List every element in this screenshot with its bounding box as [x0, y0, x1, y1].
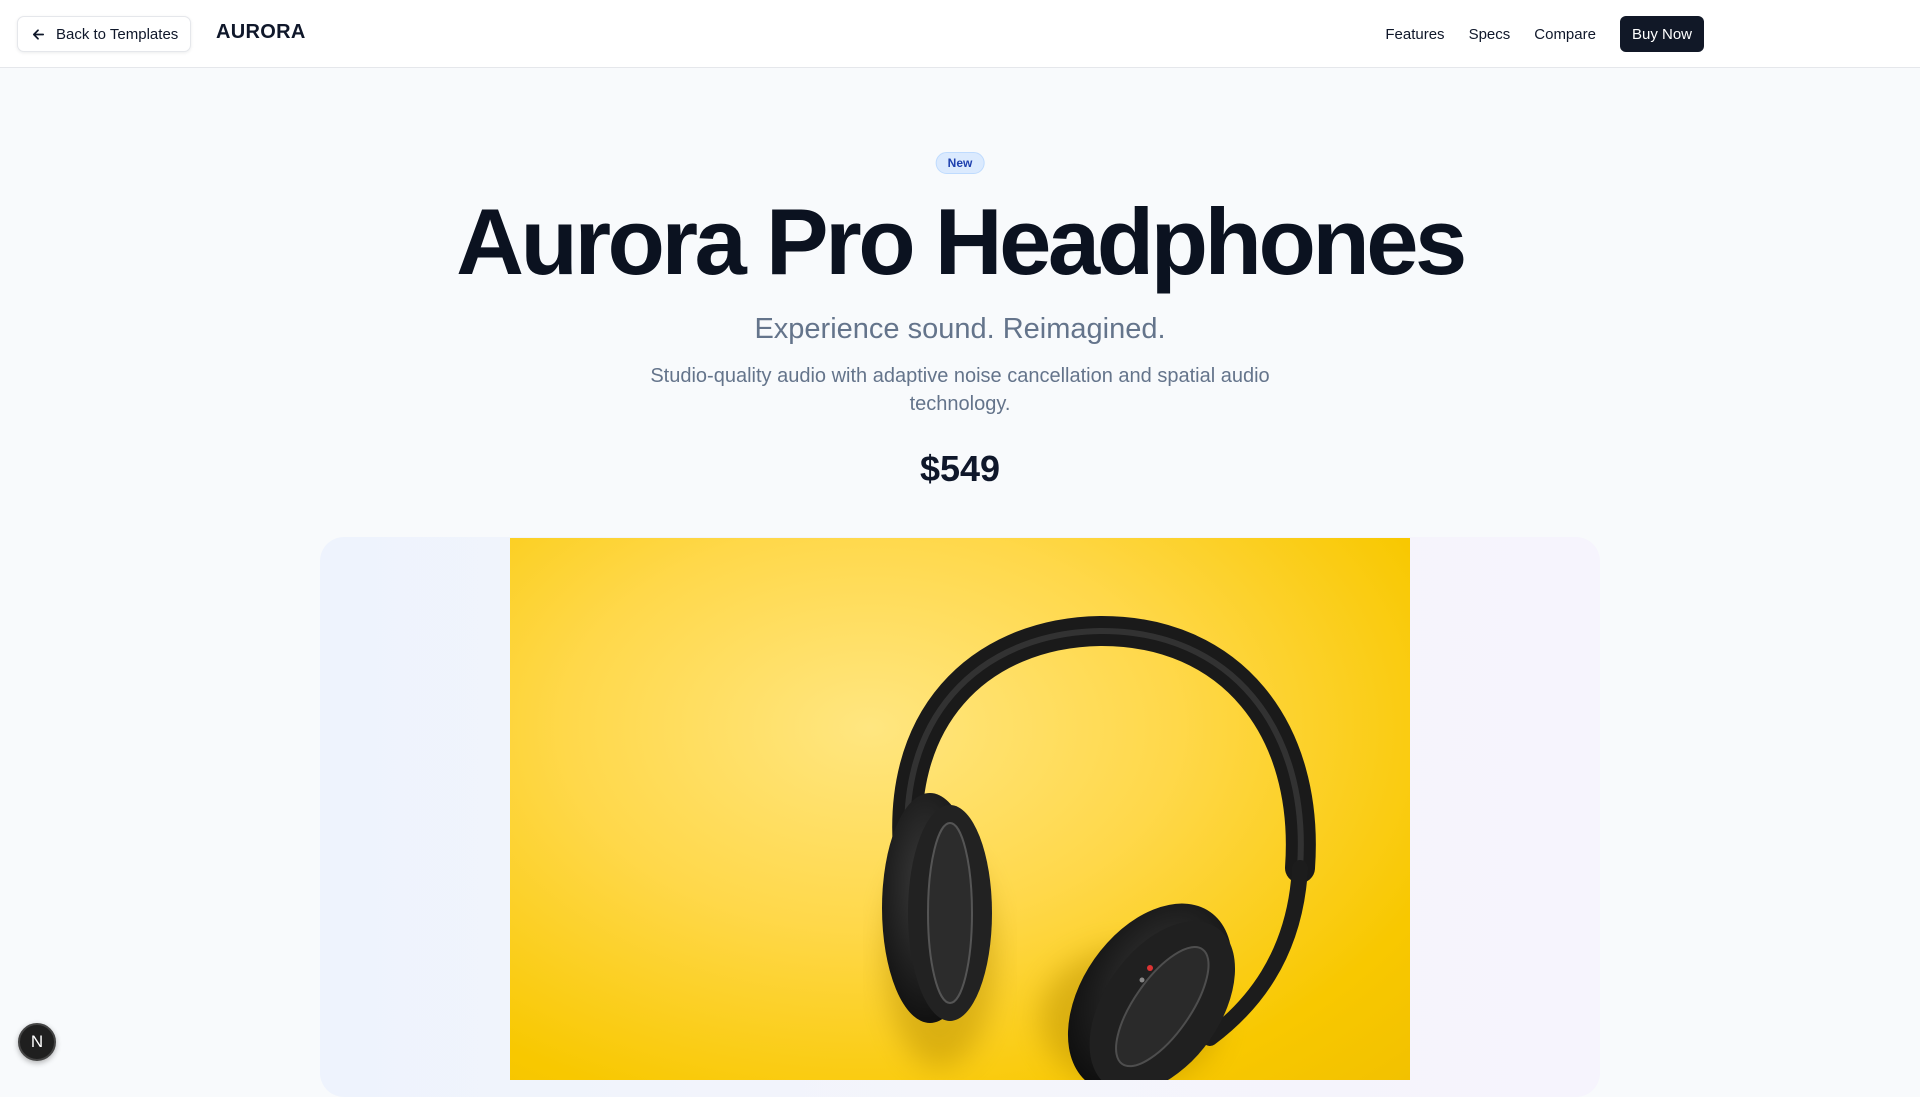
- product-title: Aurora Pro Headphones: [456, 189, 1467, 294]
- product-price: $549: [919, 448, 1001, 489]
- new-badge: New: [935, 152, 985, 174]
- nav-link-compare[interactable]: Compare: [1534, 26, 1596, 43]
- buy-now-button[interactable]: Buy Now: [1619, 16, 1704, 52]
- product-subtitle: Experience sound. Reimagined.: [754, 313, 1166, 345]
- main-nav: Features Specs Compare Buy Now: [1385, 16, 1704, 52]
- product-description: Studio-quality audio with adaptive noise…: [650, 365, 1270, 415]
- floating-n-avatar[interactable]: N: [18, 1023, 56, 1061]
- arrow-left-icon: [32, 28, 45, 40]
- back-button-label: Back to Templates: [56, 25, 179, 43]
- headphones-photo: [510, 538, 1410, 1080]
- headphones-illustration: [882, 615, 1316, 1080]
- nav-link-specs[interactable]: Specs: [1469, 26, 1511, 43]
- brand-logo[interactable]: AURORA: [216, 21, 306, 44]
- top-navbar: Back to Templates AURORA Features Specs …: [0, 0, 1920, 68]
- back-to-templates-button[interactable]: Back to Templates: [17, 16, 192, 52]
- nav-link-features[interactable]: Features: [1385, 26, 1444, 43]
